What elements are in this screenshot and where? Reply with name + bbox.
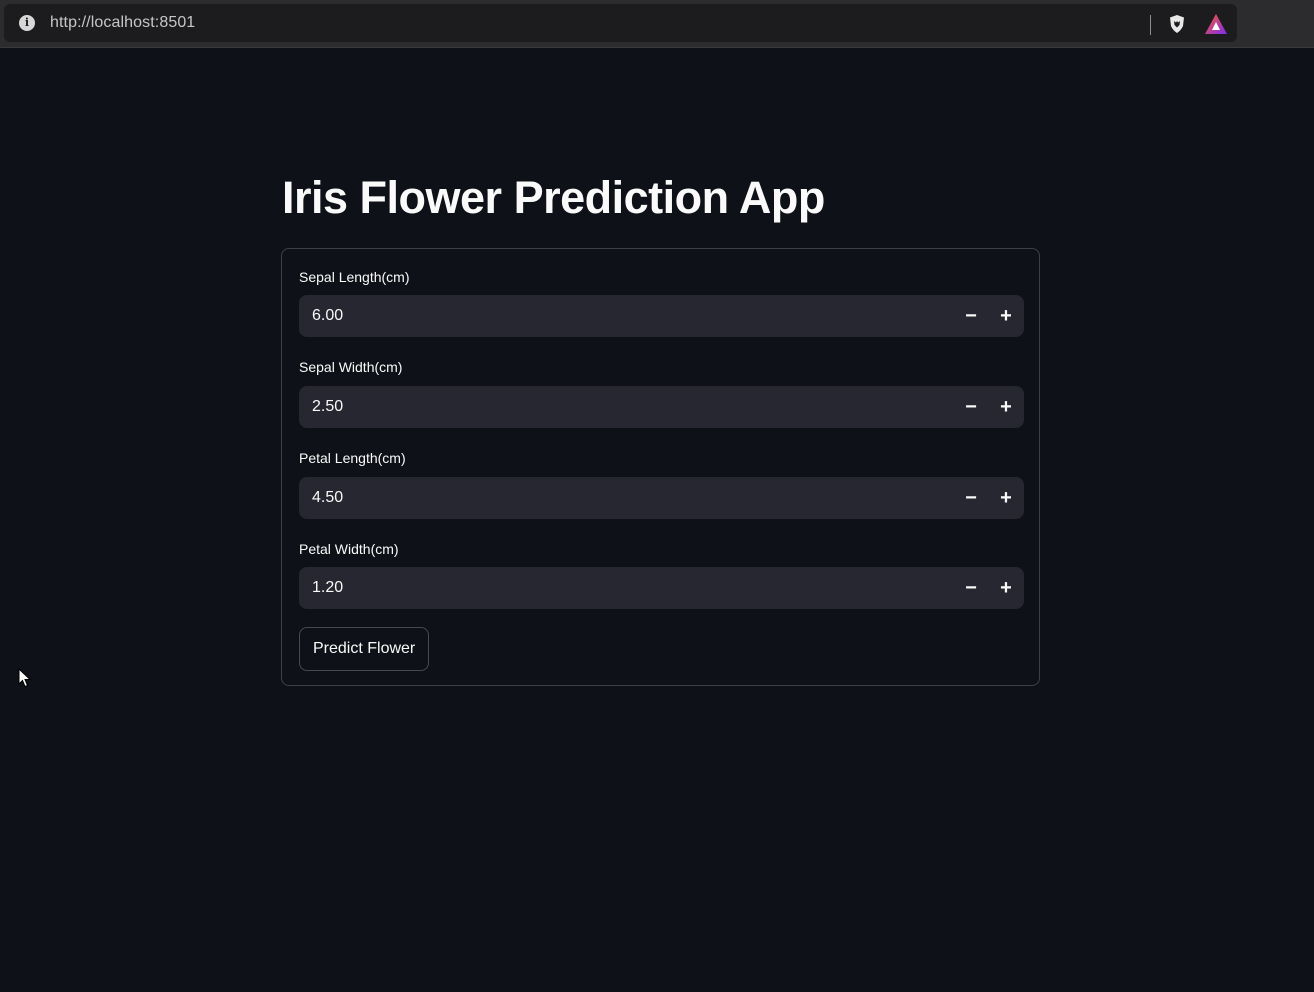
page-title: Iris Flower Prediction App xyxy=(282,172,825,223)
brave-rewards-icon[interactable] xyxy=(1204,13,1228,35)
petal-length-label: Petal Length(cm) xyxy=(299,450,406,466)
petal-width-label: Petal Width(cm) xyxy=(299,541,399,557)
sepal-length-decrement-button[interactable]: − xyxy=(954,295,988,337)
sepal-width-label: Sepal Width(cm) xyxy=(299,359,403,375)
petal-length-increment-button[interactable]: + xyxy=(989,477,1023,519)
sepal-width-input[interactable] xyxy=(299,386,939,428)
mouse-cursor-icon xyxy=(18,668,32,688)
url-text[interactable]: http://localhost:8501 xyxy=(50,14,195,32)
browser-toolbar: i http://localhost:8501 xyxy=(0,0,1314,48)
petal-length-input[interactable] xyxy=(299,477,939,519)
sepal-length-label: Sepal Length(cm) xyxy=(299,269,410,285)
sepal-length-increment-button[interactable]: + xyxy=(989,295,1023,337)
sepal-length-stepper: − + xyxy=(299,295,1024,337)
sepal-width-decrement-button[interactable]: − xyxy=(954,386,988,428)
petal-width-increment-button[interactable]: + xyxy=(989,567,1023,609)
brave-shield-icon[interactable] xyxy=(1167,14,1187,34)
predict-flower-button[interactable]: Predict Flower xyxy=(299,627,430,671)
prediction-form: Sepal Length(cm) − + Sepal Width(cm) − +… xyxy=(281,248,1040,686)
petal-width-input[interactable] xyxy=(299,567,939,609)
sepal-width-increment-button[interactable]: + xyxy=(989,386,1023,428)
sepal-width-stepper: − + xyxy=(299,386,1024,428)
petal-length-stepper: − + xyxy=(299,477,1024,519)
petal-length-decrement-button[interactable]: − xyxy=(954,477,988,519)
address-bar-divider xyxy=(1150,15,1151,35)
petal-width-stepper: − + xyxy=(299,567,1024,609)
sepal-length-input[interactable] xyxy=(299,295,939,337)
address-bar[interactable]: i http://localhost:8501 xyxy=(4,4,1237,42)
petal-width-decrement-button[interactable]: − xyxy=(954,567,988,609)
info-icon[interactable]: i xyxy=(19,15,35,31)
